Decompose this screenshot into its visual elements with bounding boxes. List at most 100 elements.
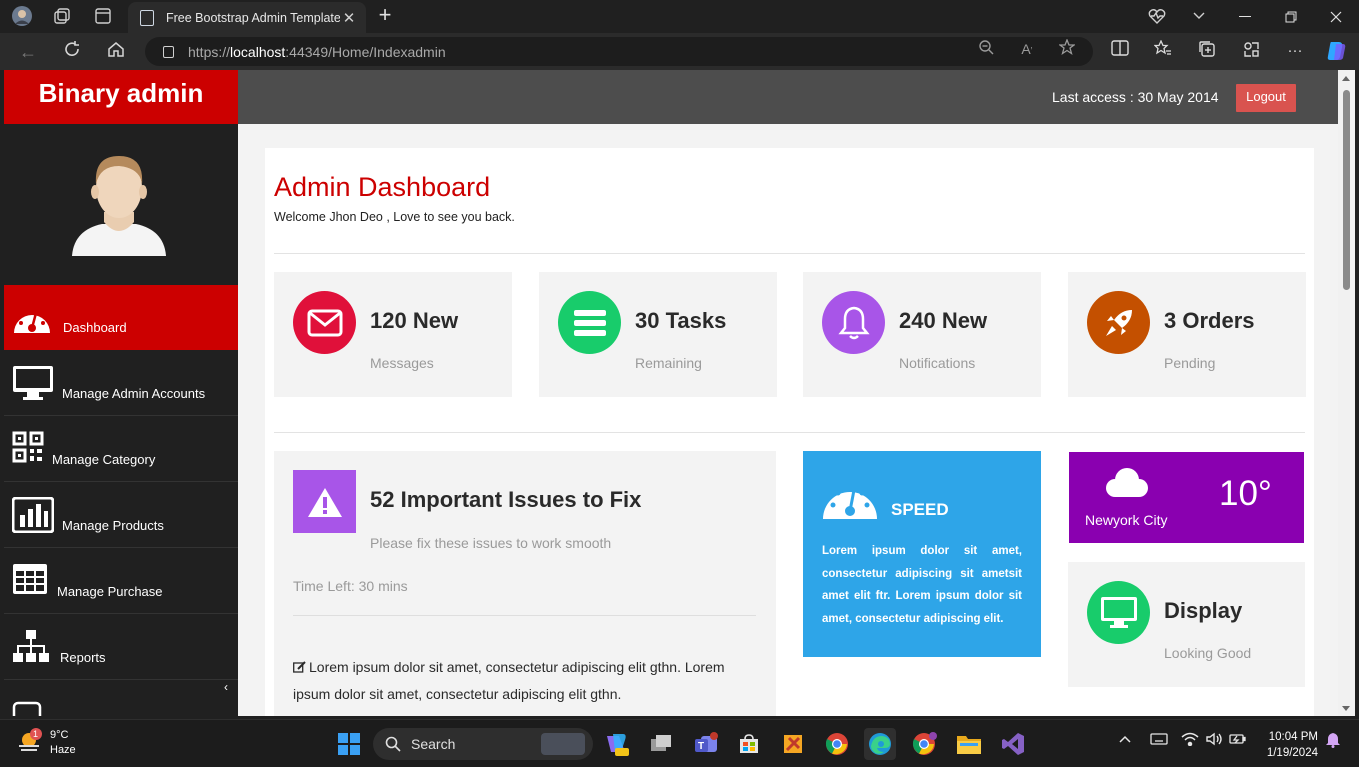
- visual-studio-icon[interactable]: [997, 728, 1029, 760]
- page-title: Admin Dashboard: [274, 172, 491, 202]
- issues-body: Lorem ipsum dolor sit amet, consectetur …: [293, 654, 753, 708]
- stat-card-messages: 120 New Messages: [274, 272, 512, 397]
- scroll-thumb[interactable]: [1343, 90, 1350, 290]
- svg-text:T: T: [698, 741, 704, 752]
- teams-icon[interactable]: T: [690, 728, 722, 760]
- weather-temperature: 10°: [1219, 474, 1272, 513]
- workspaces-icon[interactable]: [50, 5, 74, 27]
- scroll-down-arrow-icon[interactable]: [1342, 706, 1350, 711]
- back-arrow-icon[interactable]: ←: [16, 40, 40, 64]
- vertical-tabs-icon[interactable]: [91, 5, 115, 27]
- display-title: Display: [1164, 598, 1243, 623]
- sidebar-item-dashboard[interactable]: Dashboard: [4, 285, 238, 350]
- time-left: Time Left: 30 mins: [293, 578, 408, 594]
- url-field[interactable]: https://localhost:44349/Home/Indexadmin: [145, 37, 1093, 66]
- sidebar-item-label: Manage Category: [52, 452, 156, 467]
- weather-panel: Newyork City 10°: [1069, 452, 1304, 543]
- welcome-text: Welcome Jhon Deo , Love to see you back.: [274, 210, 515, 224]
- wifi-icon[interactable]: [1181, 732, 1199, 749]
- copilot-pre-icon[interactable]: [600, 728, 632, 760]
- chrome-profile-icon[interactable]: [909, 728, 941, 760]
- user-avatar: [64, 148, 174, 260]
- sidebar-item-partial[interactable]: [4, 681, 238, 716]
- rocket-icon: [1087, 291, 1150, 354]
- new-tab-icon[interactable]: +: [374, 4, 396, 27]
- tab-title: Free Bootstrap Admin Template :: [166, 10, 340, 25]
- windows-start-icon[interactable]: [333, 728, 365, 760]
- scroll-up-arrow-icon[interactable]: [1342, 76, 1350, 81]
- home-icon[interactable]: [104, 40, 128, 64]
- sidebar-item-manage-admin-accounts[interactable]: Manage Admin Accounts: [4, 351, 238, 416]
- collections-icon[interactable]: [1196, 40, 1218, 62]
- favorite-star-icon[interactable]: [1057, 38, 1077, 59]
- top-navbar: Binary admin Last access : 30 May 2014 L…: [4, 70, 1338, 124]
- bars-icon: [558, 291, 621, 354]
- browser-essentials-icon[interactable]: [1145, 5, 1169, 27]
- weather-notification-badge: 1: [33, 729, 39, 739]
- sidebar-item-manage-purchase[interactable]: Manage Purchase: [4, 549, 238, 614]
- sidebar-item-reports[interactable]: Reports: [4, 615, 238, 680]
- microsoft-store-icon[interactable]: [733, 728, 765, 760]
- stat-value: 120 New: [370, 308, 459, 333]
- sidebar-item-label: Dashboard: [63, 320, 127, 335]
- read-aloud-icon[interactable]: Aʼ: [1017, 39, 1037, 59]
- bar-chart-icon: [11, 496, 55, 537]
- display-subtitle: Looking Good: [1164, 645, 1252, 661]
- taskbar-weather-widget[interactable]: 1 9°C Haze: [16, 728, 76, 758]
- chrome-icon[interactable]: [821, 728, 853, 760]
- profile-avatar-icon[interactable]: [10, 5, 34, 27]
- volume-icon[interactable]: [1205, 732, 1223, 749]
- minimize-window-icon[interactable]: [1222, 0, 1268, 33]
- tab-actions-chevron-icon[interactable]: [1187, 5, 1211, 27]
- task-view-icon[interactable]: [645, 728, 677, 760]
- speed-panel: SPEED Lorem ipsum dolor sit amet, consec…: [803, 451, 1041, 657]
- taskbar-search-box[interactable]: Search: [373, 728, 593, 760]
- url-path: :44349/Home/Indexadmin: [285, 43, 446, 60]
- split-screen-icon[interactable]: [1109, 40, 1131, 62]
- divider: [293, 615, 756, 616]
- speed-label: SPEED: [891, 500, 949, 519]
- stat-caption: Messages: [370, 355, 434, 371]
- zoom-out-icon[interactable]: [976, 39, 996, 59]
- sidebar-item-label: Manage Products: [62, 518, 164, 533]
- taskbar-temperature: 9°C: [50, 729, 69, 741]
- clock-time: 10:04 PM: [1268, 731, 1318, 743]
- more-menu-icon[interactable]: ···: [1284, 40, 1306, 62]
- restore-window-icon[interactable]: [1268, 0, 1314, 33]
- bell-icon: [822, 291, 885, 354]
- copilot-icon[interactable]: [1325, 40, 1347, 62]
- speed-text: Lorem ipsum dolor sit amet, consectetur …: [822, 545, 1022, 625]
- sidebar: Dashboard Manage Admin Accounts Manage C…: [4, 124, 238, 716]
- sidebar-item-label: Manage Purchase: [57, 584, 163, 599]
- battery-charging-icon[interactable]: [1229, 732, 1247, 749]
- sidebar-item-label: Reports: [60, 650, 106, 665]
- file-explorer-icon[interactable]: [953, 728, 985, 760]
- clock-date: 1/19/2024: [1266, 747, 1318, 759]
- page-favicon-icon: [140, 9, 154, 26]
- tools-app-icon[interactable]: [777, 728, 809, 760]
- logout-button[interactable]: Logout: [1236, 84, 1296, 112]
- sidebar-item-manage-category[interactable]: Manage Category: [4, 417, 238, 482]
- desktop-icon: [1087, 581, 1150, 644]
- stat-caption: Notifications: [899, 355, 976, 371]
- lock-icon: [163, 45, 174, 58]
- sidebar-item-manage-products[interactable]: Manage Products: [4, 483, 238, 548]
- brand-logo[interactable]: Binary admin: [4, 70, 238, 124]
- taskbar-clock[interactable]: 10:04 PM 1/19/2024: [1262, 729, 1318, 761]
- main-content: Admin Dashboard Welcome Jhon Deo , Love …: [265, 148, 1314, 716]
- close-window-icon[interactable]: [1313, 0, 1359, 33]
- url-prefix: https://: [188, 43, 231, 60]
- page-scrollbar[interactable]: [1338, 70, 1355, 716]
- refresh-icon[interactable]: [60, 40, 84, 64]
- active-tab[interactable]: Free Bootstrap Admin Template : ✕: [128, 2, 366, 33]
- edge-icon[interactable]: [864, 728, 896, 760]
- issues-subtitle: Please fix these issues to work smooth: [370, 535, 612, 551]
- show-hidden-icons-chevron-icon[interactable]: [1118, 732, 1132, 747]
- taskbar-condition: Haze: [50, 744, 76, 756]
- keyboard-icon[interactable]: [1150, 732, 1168, 749]
- favorites-icon[interactable]: [1152, 39, 1174, 62]
- last-access-text: Last access : 30 May 2014: [1052, 89, 1219, 105]
- notification-bell-icon[interactable]: [1325, 732, 1341, 751]
- extensions-icon[interactable]: [1240, 40, 1262, 62]
- close-tab-icon[interactable]: ✕: [340, 9, 358, 27]
